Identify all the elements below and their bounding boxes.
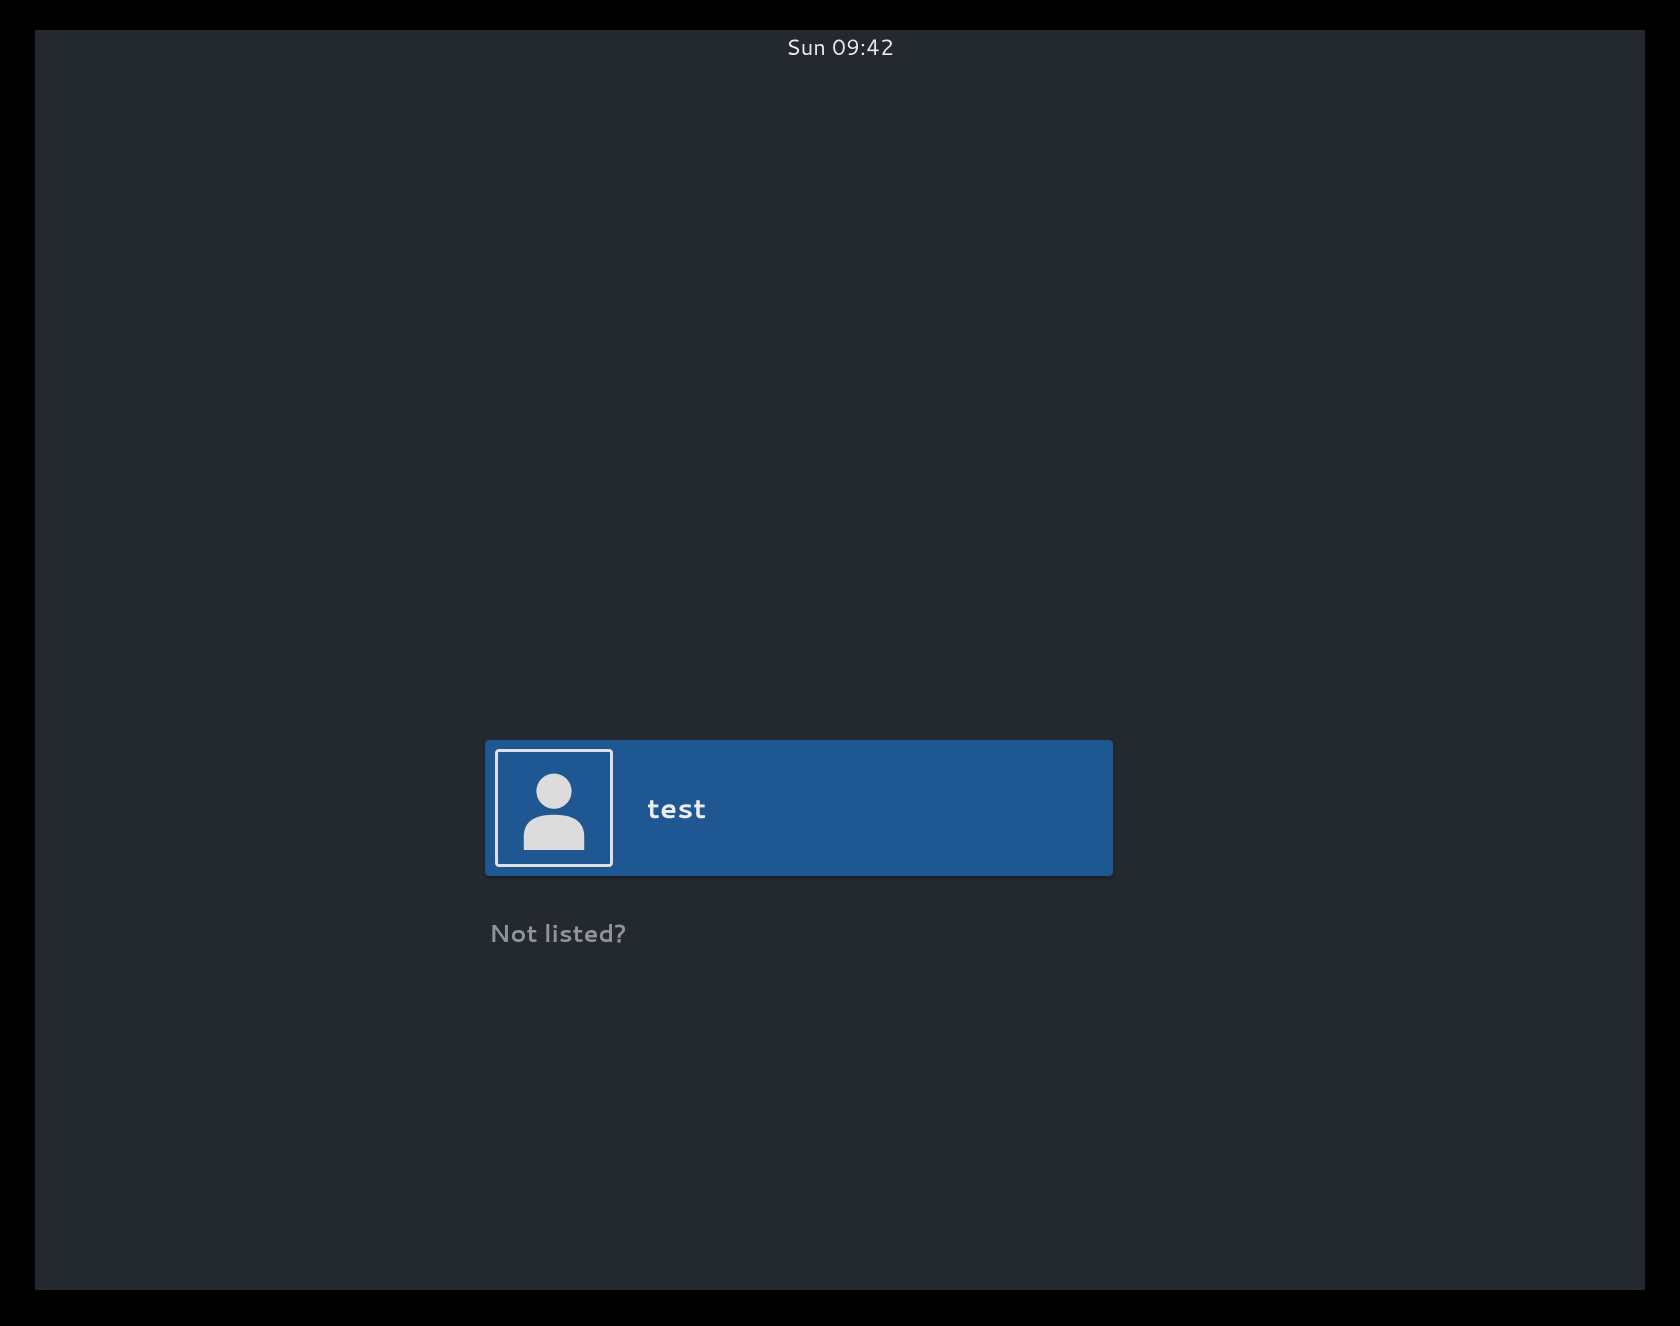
avatar-frame: [495, 749, 613, 867]
user-entry-test[interactable]: test: [485, 740, 1113, 876]
not-listed-container: Not listed?: [489, 916, 1115, 950]
not-listed-link[interactable]: Not listed?: [489, 916, 626, 950]
top-bar: Sun 09:42: [35, 32, 1645, 62]
person-icon: [512, 766, 596, 850]
clock[interactable]: Sun 09:42: [786, 32, 894, 63]
login-area: test Not listed?: [485, 740, 1115, 950]
username-label: test: [647, 788, 706, 828]
login-screen: Sun 09:42 test Not listed?: [35, 30, 1645, 1290]
